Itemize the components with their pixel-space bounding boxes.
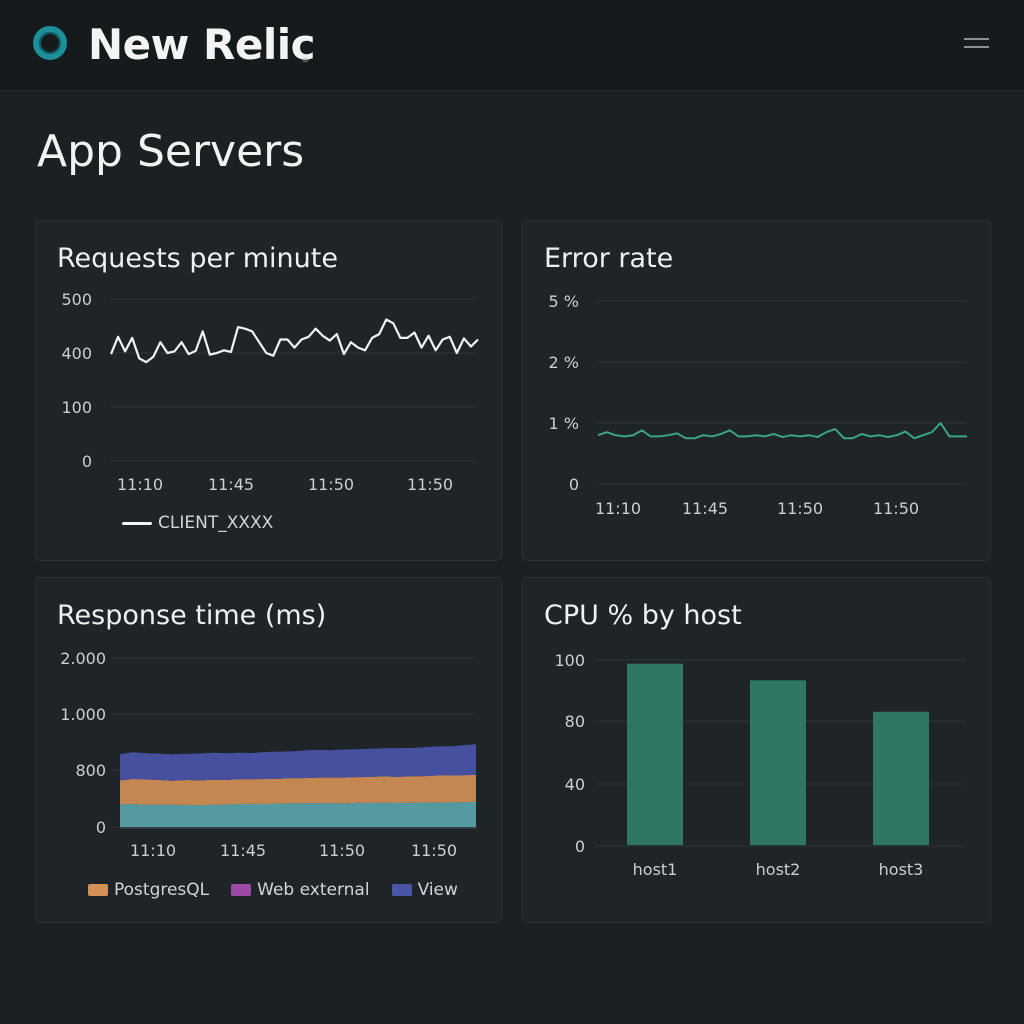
y-tick-label: 400 <box>61 344 92 363</box>
error-rate-chart[interactable]: 5 % 2 % 1 % 0 11:10 11:45 11:50 11:50 <box>523 221 992 562</box>
x-tick-label: 11:50 <box>777 499 823 518</box>
legend-swatch <box>231 884 252 896</box>
error-rate-card[interactable]: Error rate 5 % 2 % 1 % 0 11:10 11:45 11:50 11:5… <box>522 220 991 561</box>
cpu-bar-host2 <box>750 680 806 845</box>
y-tick-label: 500 <box>61 290 92 309</box>
y-tick-label: 80 <box>565 712 585 731</box>
x-tick-label: 11:50 <box>873 499 919 518</box>
y-tick-label: 100 <box>61 398 92 417</box>
legend-swatch <box>391 884 412 896</box>
x-tick-label: 11:10 <box>595 499 641 518</box>
y-tick-label: 1 % <box>549 414 579 433</box>
y-tick-label: 800 <box>75 761 106 780</box>
new-relic-logo-icon[interactable] <box>33 26 67 60</box>
cpu-bar-chart[interactable]: 100 80 40 0 host1 host2 host3 <box>523 578 992 924</box>
legend-item-web-external[interactable]: Web external <box>231 880 370 900</box>
brand-registered-mark: ® <box>301 55 310 65</box>
legend-label: CLIENT_XXXX <box>158 513 274 533</box>
x-tick-label: 11:45 <box>682 499 728 518</box>
response-time-card[interactable]: Response time (ms) 2.000 1.000 800 0 11:10 11… <box>35 577 502 923</box>
requests-legend[interactable]: CLIENT_XXXX <box>122 513 273 533</box>
legend-label: View <box>417 880 458 900</box>
legend-line-swatch <box>122 521 152 525</box>
x-tick-label: 11:50 <box>407 475 453 494</box>
x-tick-label: 11:50 <box>308 475 354 494</box>
hamburger-menu-icon[interactable] <box>958 32 994 56</box>
x-category-label: host3 <box>879 860 924 879</box>
legend-item-view[interactable]: View <box>391 880 458 900</box>
legend-label: PostgresQL <box>114 880 210 900</box>
x-tick-label: 11:45 <box>220 841 266 860</box>
x-tick-label: 11:10 <box>130 841 176 860</box>
y-tick-label: 0 <box>82 452 92 471</box>
requests-chart[interactable]: 500 400 100 0 11:10 11:45 11:50 11:50 <box>36 221 503 562</box>
error-rate-series-line <box>597 422 967 440</box>
area-series-base <box>120 801 476 827</box>
y-tick-label: 0 <box>575 837 585 856</box>
cpu-bar-host1 <box>627 663 683 845</box>
legend-item-postgresql[interactable]: PostgresQL <box>88 880 209 900</box>
page-title: App Servers <box>37 126 305 177</box>
brand-name[interactable]: New Relic <box>88 20 316 69</box>
top-bar: New Relic ® <box>0 0 1024 91</box>
y-tick-label: 0 <box>96 818 106 837</box>
area-series-view <box>120 744 476 781</box>
response-time-chart[interactable]: 2.000 1.000 800 0 11:10 11:45 11:50 11:50 <box>36 578 503 924</box>
menu-bar-line <box>964 38 989 40</box>
cpu-bar-host3 <box>873 711 929 845</box>
y-tick-label: 40 <box>565 775 585 794</box>
x-tick-label: 11:10 <box>117 475 163 494</box>
legend-swatch <box>88 884 108 896</box>
y-tick-label: 2.000 <box>60 649 106 668</box>
y-tick-label: 0 <box>569 475 579 494</box>
menu-bar-line <box>964 46 989 48</box>
requests-card[interactable]: Requests per minute 500 400 100 0 11:10 11:45… <box>35 220 502 561</box>
x-tick-label: 11:50 <box>411 841 457 860</box>
cpu-card[interactable]: CPU % by host 100 80 40 0 host1 host2 host3 <box>522 577 991 923</box>
requests-series-line <box>109 318 479 364</box>
y-tick-label: 2 % <box>549 353 579 372</box>
legend-label: Web external <box>257 880 370 900</box>
y-tick-label: 5 % <box>549 292 579 311</box>
x-tick-label: 11:50 <box>319 841 365 860</box>
response-time-legend: PostgresQL Web external View <box>88 880 480 900</box>
x-category-label: host2 <box>756 860 801 879</box>
x-tick-label: 11:45 <box>208 475 254 494</box>
y-tick-label: 100 <box>554 651 585 670</box>
y-tick-label: 1.000 <box>60 705 106 724</box>
x-category-label: host1 <box>633 860 678 879</box>
